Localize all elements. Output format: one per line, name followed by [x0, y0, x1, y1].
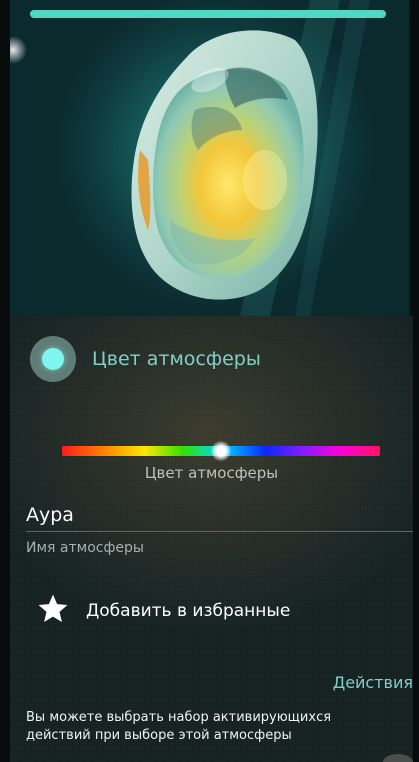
actions-description: Вы можете выбрать набор активирующихся д… [26, 710, 332, 743]
star-icon [36, 592, 70, 630]
atmosphere-settings-panel: Цвет атмосферы Цвет атмосферы Аура Имя а… [10, 316, 413, 762]
top-accent-bar [30, 10, 386, 18]
atmosphere-name-caption: Имя атмосферы [26, 540, 144, 556]
color-spectrum-caption: Цвет атмосферы [144, 464, 279, 482]
atmosphere-color-toggle[interactable]: Цвет атмосферы [30, 336, 261, 382]
screen: Цвет атмосферы Цвет атмосферы Аура Имя а… [0, 0, 419, 762]
atmosphere-name-underline [26, 531, 413, 532]
atmosphere-color-toggle-label: Цвет атмосферы [92, 348, 261, 370]
atmosphere-name-input[interactable]: Аура [26, 504, 74, 526]
atmosphere-color-radio[interactable] [30, 336, 76, 382]
add-to-favorites-label: Добавить в избранные [86, 601, 291, 621]
actions-link[interactable]: Действия [333, 673, 413, 692]
floating-button-edge[interactable] [383, 754, 413, 762]
color-spectrum-thumb[interactable] [211, 441, 231, 461]
frame-edge-left [0, 0, 10, 762]
add-to-favorites-button[interactable]: Добавить в избранные [36, 592, 290, 630]
crystal-gem-image [10, 0, 409, 316]
radio-dot-icon [42, 348, 64, 370]
